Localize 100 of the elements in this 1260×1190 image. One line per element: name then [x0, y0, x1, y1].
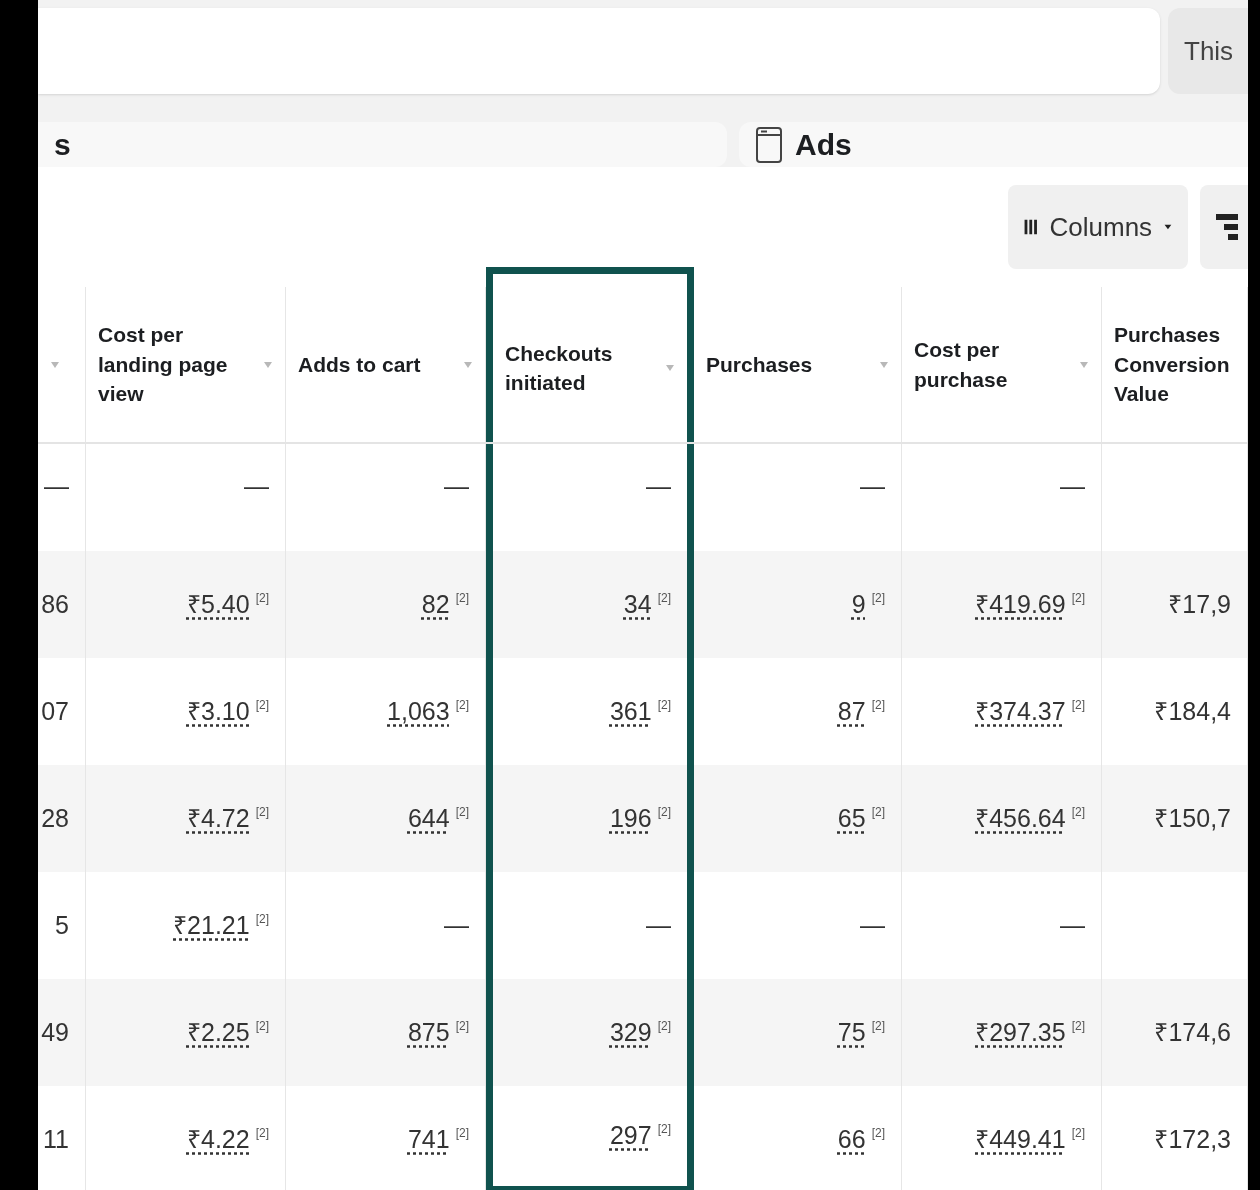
footnote-mark: [2] [871, 803, 885, 821]
table-cell-text: — [444, 909, 469, 941]
table-cell-text: ₹4.22 [187, 1123, 250, 1155]
footnote-mark: [2] [255, 1017, 269, 1035]
table-cell-text: 07 [41, 695, 69, 727]
footnote-mark: [2] [657, 696, 671, 714]
table-cell-text: 66 [837, 1123, 866, 1155]
footnote-mark: [2] [255, 589, 269, 607]
sort-arrow-icon[interactable] [463, 360, 473, 369]
table-cell-text: — [244, 471, 269, 502]
footnote-mark: [2] [455, 589, 469, 607]
column-header[interactable]: Adds to cart [286, 287, 486, 442]
table-cell-text: 87 [837, 695, 866, 727]
sort-arrow-icon[interactable] [50, 360, 60, 369]
table-cell-text: 11 [43, 1123, 69, 1155]
footnote-mark: [2] [255, 696, 269, 714]
breakdown-button[interactable] [1200, 185, 1248, 269]
column-label: Checkouts initiated [505, 340, 614, 396]
table-cell-text: 28 [41, 802, 69, 834]
table-cell-text: 297 [609, 1120, 652, 1152]
table-cell-text: — [646, 909, 671, 941]
footnote-mark: [2] [255, 910, 269, 928]
sort-arrow-icon[interactable] [665, 364, 675, 372]
table-cell-text: 34 [623, 588, 652, 620]
table-cell-text: — [1060, 909, 1085, 941]
column-label: Cost per landing page view [98, 322, 229, 408]
table-cell-text: — [1060, 471, 1085, 502]
footnote-mark: [2] [455, 803, 469, 821]
column-label: Purchases Conversion Value [1114, 322, 1231, 408]
column-header[interactable]: Cost per landing page view [86, 287, 286, 442]
table-cell-text: 86 [41, 588, 69, 620]
footnote-mark: [2] [657, 1017, 671, 1035]
sort-arrow-icon[interactable] [263, 360, 273, 369]
table-cell-text: ₹449.41 [975, 1123, 1066, 1155]
column-label: Cost per purchase [914, 337, 1009, 393]
table-cell-text: 644 [407, 802, 450, 834]
footnote-mark: [2] [1071, 589, 1085, 607]
footnote-mark: [2] [871, 589, 885, 607]
footnote-mark: [2] [455, 696, 469, 714]
table-cell-text: 741 [407, 1123, 450, 1155]
table-cell-text: ₹184,4 [1154, 695, 1231, 727]
sort-arrow-icon[interactable] [879, 360, 889, 369]
footnote-mark: [2] [1071, 1017, 1085, 1035]
column-header[interactable]: Purchases Conversion Value [1102, 287, 1248, 442]
table-cell-text: ₹374.37 [975, 695, 1066, 727]
table-cell-text: ₹150,7 [1154, 802, 1231, 834]
table-cell-text: — [860, 909, 885, 941]
footnote-mark: [2] [871, 1017, 885, 1035]
footnote-mark: [2] [1071, 696, 1085, 714]
footnote-mark: [2] [657, 803, 671, 821]
table-cell-text: ₹21.21 [173, 909, 250, 941]
tab-label: s [54, 127, 71, 163]
column-header[interactable]: Purchases [694, 287, 902, 442]
table-cell-text: 329 [609, 1016, 652, 1048]
footnote-mark: [2] [1071, 803, 1085, 821]
table-cell-text: 9 [851, 588, 866, 620]
sort-arrow-icon[interactable] [1079, 360, 1089, 369]
table-cell-text: 82 [421, 588, 450, 620]
table-cell-text: ₹174,6 [1154, 1016, 1231, 1048]
table-cell-text: ₹419.69 [975, 588, 1066, 620]
table-cell-text: 49 [41, 1016, 69, 1048]
table-cell-text: ₹17,9 [1168, 588, 1231, 620]
caret-icon [1164, 222, 1172, 232]
footnote-mark: [2] [657, 1121, 671, 1138]
table-cell-text: 75 [837, 1016, 866, 1048]
table-cell-text: 65 [837, 802, 866, 834]
column-label: Adds to cart [298, 351, 421, 378]
footnote-mark: [2] [657, 589, 671, 607]
tab[interactable]: Ads [739, 122, 1248, 167]
table-cell-text: ₹5.40 [187, 588, 250, 620]
table-cell-text: ₹4.72 [187, 802, 250, 834]
footnote-mark: [2] [871, 696, 885, 714]
table-cell-text: 361 [609, 695, 652, 727]
column-header[interactable]: Cost per purchase [902, 287, 1102, 442]
footnote-mark: [2] [455, 1124, 469, 1142]
table-cell-text: ₹456.64 [975, 802, 1066, 834]
table-cell-text: — [44, 471, 69, 502]
table-cell-text: — [444, 471, 469, 502]
footnote-mark: [2] [255, 803, 269, 821]
tab[interactable]: s [38, 122, 727, 167]
footnote-mark: [2] [455, 1017, 469, 1035]
table-cell-text: ₹2.25 [187, 1016, 250, 1048]
column-label: Purchases [706, 351, 813, 378]
table-cell-text: 196 [609, 802, 652, 834]
columns-button[interactable]: Columns [1008, 185, 1188, 269]
ad-window-icon [755, 125, 783, 164]
breakdown-icon [1216, 212, 1238, 242]
table-cell-text: ₹3.10 [187, 695, 250, 727]
tab-label: Ads [795, 127, 852, 163]
date-range-button[interactable]: This [1168, 8, 1248, 94]
table-cell-text: — [860, 471, 885, 502]
table-cell-text: 875 [407, 1016, 450, 1048]
table-cell-text: 1,063 [387, 695, 450, 727]
footnote-mark: [2] [1071, 1124, 1085, 1142]
footnote-mark: [2] [255, 1124, 269, 1142]
table-cell-text: 5 [55, 909, 69, 941]
footnote-mark: [2] [871, 1124, 885, 1142]
table-cell-text: ₹172,3 [1154, 1123, 1231, 1155]
table-cell-text: ₹297.35 [975, 1016, 1066, 1048]
table-cell-text: — [646, 471, 671, 502]
